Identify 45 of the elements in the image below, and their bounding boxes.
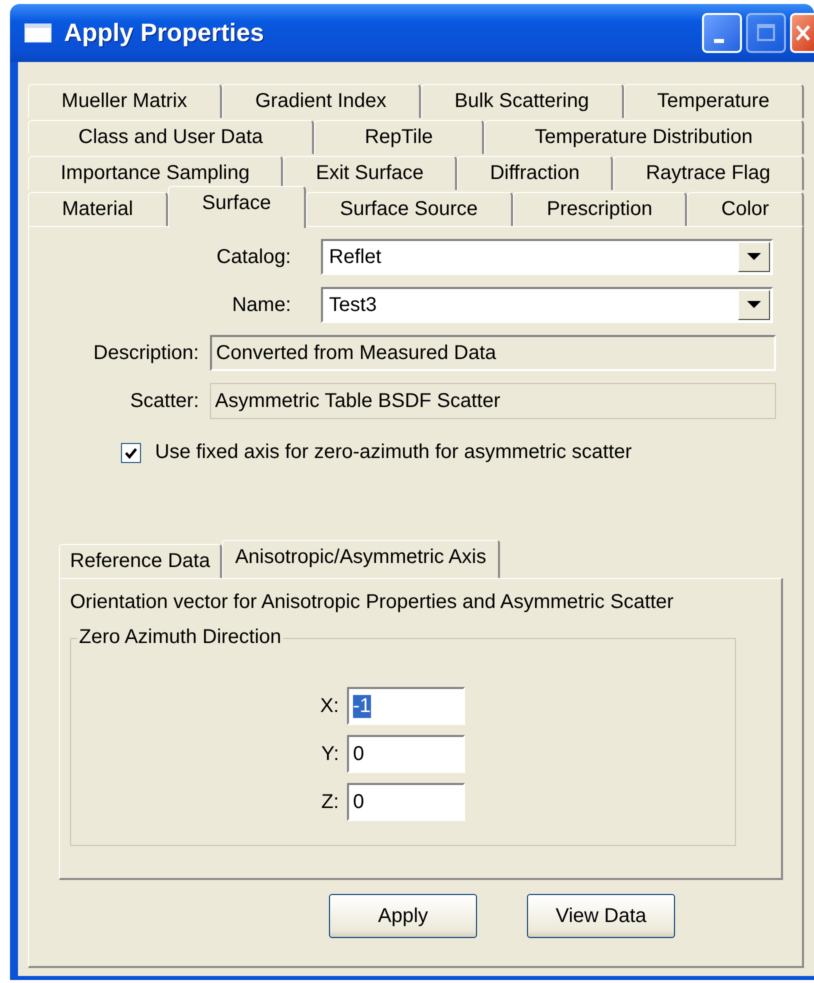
tab[interactable]: Exit Surface (283, 156, 458, 190)
caret-icon (747, 253, 761, 261)
readonly-field: Converted from Measured Data (210, 335, 776, 371)
tab[interactable]: Reference Data (59, 544, 222, 578)
tab[interactable]: Raytrace Flag (613, 156, 804, 190)
minimize-icon (714, 39, 724, 43)
tab[interactable]: Color (687, 192, 804, 226)
window-icon (24, 23, 52, 43)
tab[interactable]: Temperature Distribution (484, 120, 804, 154)
tab[interactable]: RepTile (314, 120, 484, 154)
tab[interactable]: Anisotropic/Asymmetric Axis (222, 540, 500, 578)
input-field[interactable]: 0 (347, 783, 465, 821)
tab[interactable]: Gradient Index (222, 84, 421, 118)
tab[interactable]: Diffraction (457, 156, 614, 190)
button[interactable]: Apply (329, 894, 477, 938)
tab[interactable]: Prescription (512, 192, 688, 226)
field-label: Z: (320, 790, 339, 814)
tab[interactable]: Temperature (624, 84, 804, 118)
field-label: Catalog: (216, 246, 291, 268)
field-label: Scatter: (129, 390, 199, 412)
check-icon (124, 446, 138, 460)
input-field[interactable]: 0 (347, 735, 465, 773)
tab[interactable]: Surface (168, 186, 306, 228)
tab[interactable]: Material (28, 192, 168, 226)
dropdown[interactable]: Reflet (321, 239, 773, 275)
checkbox[interactable] (121, 442, 141, 462)
input-field[interactable]: -1 (347, 687, 465, 725)
tab[interactable]: Surface Source (306, 192, 513, 226)
dropdown[interactable]: Test3 (321, 287, 773, 323)
field-label: Y: (320, 742, 339, 766)
close-button[interactable] (790, 13, 814, 53)
button[interactable]: View Data (527, 894, 675, 938)
checkbox-label: Use fixed axis for zero-azimuth for asymmetric scatter (155, 441, 632, 464)
window-title: Apply Properties (64, 18, 266, 48)
readonly-field: Asymmetric Table BSDF Scatter (210, 383, 776, 419)
minimize-button[interactable] (702, 13, 742, 53)
tab[interactable]: Class and User Data (28, 120, 314, 154)
tab[interactable]: Bulk Scattering (421, 84, 624, 118)
field-label: X: (319, 694, 339, 718)
field-label: Description: (92, 342, 199, 364)
tab[interactable]: Mueller Matrix (28, 84, 222, 118)
tab[interactable]: Importance Sampling (28, 156, 284, 190)
description-text: Orientation vector for Anisotropic Properties and Asymmetric Scatter (70, 591, 675, 614)
field-label: Name: (231, 294, 291, 316)
caret-icon (747, 301, 761, 309)
